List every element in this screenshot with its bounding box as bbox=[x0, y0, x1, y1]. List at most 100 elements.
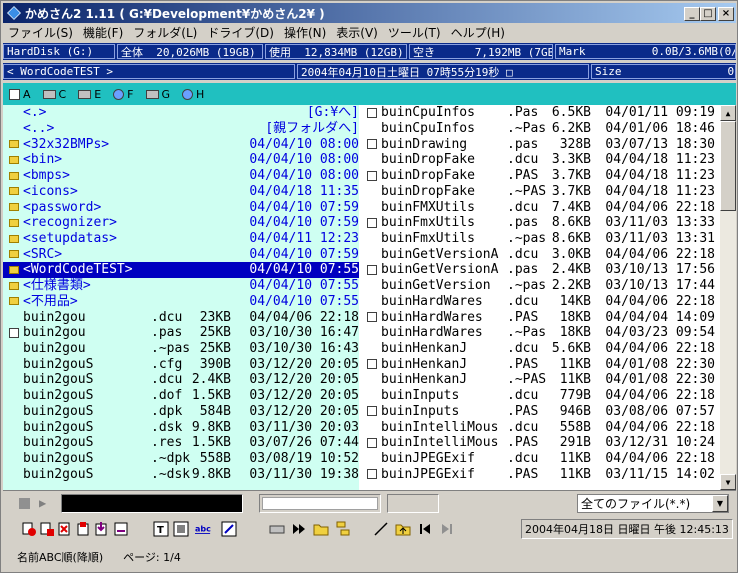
file-row[interactable]: buin2gouS .dpk 584B 03/12/20 20:05 bbox=[3, 404, 359, 420]
file-row[interactable]: buinFMXUtils .dcu 7.4KB 04/04/06 22:18 bbox=[361, 199, 720, 215]
minimize-button[interactable]: _ bbox=[684, 7, 700, 21]
file-row[interactable]: buin2gouS .dsk 9.8KB 03/11/30 20:03 bbox=[3, 419, 359, 435]
file-row[interactable]: buinHardWares .dcu 14KB 04/04/06 22:18 bbox=[361, 294, 720, 310]
menu-operation[interactable]: 操作(N) bbox=[279, 24, 331, 41]
file-row[interactable]: buinInputs .PAS 946B 03/08/06 07:57 bbox=[361, 404, 720, 420]
file-row[interactable]: buinCpuInfos .~Pas 6.2KB 04/01/06 18:46 bbox=[361, 121, 720, 137]
drive-c[interactable]: C bbox=[42, 88, 66, 101]
file-row[interactable]: buin2gouS .cfg 390B 03/12/20 20:05 bbox=[3, 356, 359, 372]
file-row[interactable]: buinDropFake .~PAS 3.7KB 04/04/18 11:23 bbox=[361, 184, 720, 200]
drive-f[interactable]: F bbox=[113, 88, 134, 101]
menu-file[interactable]: ファイル(S) bbox=[3, 24, 78, 41]
drive-e[interactable]: E bbox=[78, 88, 101, 101]
new-file-icon[interactable] bbox=[93, 521, 109, 537]
menu-view[interactable]: 表示(V) bbox=[331, 24, 383, 41]
file-row[interactable]: buin2gou .pas 25KB 03/10/30 16:47 bbox=[3, 325, 359, 341]
file-row[interactable]: buinHenkanJ .~PAS 11KB 04/01/08 22:30 bbox=[361, 372, 720, 388]
drive-icon[interactable] bbox=[269, 521, 285, 537]
folder-icon[interactable] bbox=[313, 521, 329, 537]
scroll-thumb[interactable] bbox=[720, 121, 736, 211]
file-row[interactable]: <不用品> 04/04/10 07:55 bbox=[3, 294, 359, 310]
file-row[interactable]: buinCpuInfos .Pas 6.5KB 04/01/11 09:19 bbox=[361, 105, 720, 121]
file-row[interactable]: buinGetVersionA .pas 2.4KB 03/10/13 17:56 bbox=[361, 262, 720, 278]
file-row[interactable]: <bmps> 04/04/10 08:00 bbox=[3, 168, 359, 184]
menu-help[interactable]: ヘルプ(H) bbox=[446, 24, 510, 41]
file-row[interactable]: buinGetVersionA .dcu 3.0KB 04/04/06 22:18 bbox=[361, 246, 720, 262]
properties-icon[interactable] bbox=[113, 521, 129, 537]
rename-file-icon[interactable] bbox=[75, 521, 91, 537]
text-view-icon[interactable]: T bbox=[153, 521, 169, 537]
file-row[interactable]: <仕様書類> 04/04/10 07:55 bbox=[3, 278, 359, 294]
file-row[interactable]: buinDrawing .pas 328B 03/07/13 18:30 bbox=[361, 136, 720, 152]
file-row[interactable]: <setupdatas> 04/04/11 12:23 bbox=[3, 231, 359, 247]
move-file-icon[interactable] bbox=[39, 521, 55, 537]
line-draw-icon[interactable] bbox=[373, 521, 389, 537]
file-date: 04/04/10 07:59 bbox=[249, 246, 359, 262]
delete-file-icon[interactable] bbox=[57, 521, 73, 537]
file-row[interactable]: buinFmxUtils .pas 8.6KB 03/11/03 13:33 bbox=[361, 215, 720, 231]
file-row[interactable]: buin2gou .dcu 23KB 04/04/06 22:18 bbox=[3, 309, 359, 325]
folder-up-icon[interactable] bbox=[395, 521, 411, 537]
menu-function[interactable]: 機能(F) bbox=[78, 24, 128, 41]
play-icon[interactable]: ▶ bbox=[39, 496, 46, 510]
chevron-down-icon[interactable]: ▼ bbox=[712, 495, 728, 512]
file-row[interactable]: buinJPEGExif .dcu 11KB 04/04/06 22:18 bbox=[361, 451, 720, 467]
maximize-button[interactable]: □ bbox=[700, 7, 716, 21]
file-row[interactable]: buin2gou .~pas 25KB 03/10/30 16:43 bbox=[3, 341, 359, 357]
file-row[interactable]: buinHardWares .PAS 18KB 04/04/04 14:09 bbox=[361, 309, 720, 325]
folder-tree-icon[interactable] bbox=[335, 521, 351, 537]
file-row[interactable]: <password> 04/04/10 07:59 bbox=[3, 199, 359, 215]
drive-h[interactable]: H bbox=[182, 88, 204, 101]
file-row[interactable]: <icons> 04/04/18 11:35 bbox=[3, 184, 359, 200]
file-row[interactable]: buinJPEGExif .PAS 11KB 03/11/15 14:02 bbox=[361, 466, 720, 482]
file-row[interactable]: <.> [G:¥へ] bbox=[3, 105, 359, 121]
drive-g[interactable]: G bbox=[145, 88, 170, 101]
close-button[interactable]: × bbox=[718, 7, 734, 21]
file-row[interactable]: buinHenkanJ .PAS 11KB 04/01/08 22:30 bbox=[361, 356, 720, 372]
file-row[interactable]: <recognizer> 04/04/10 07:59 bbox=[3, 215, 359, 231]
file-date: 04/04/06 22:18 bbox=[605, 419, 715, 435]
file-row[interactable]: buin2gouS .dof 1.5KB 03/12/20 20:05 bbox=[3, 388, 359, 404]
file-row[interactable]: buinIntelliMous .PAS 291B 03/12/31 10:24 bbox=[361, 435, 720, 451]
file-row[interactable]: buinFmxUtils .~pas 8.6KB 03/11/03 13:31 bbox=[361, 231, 720, 247]
vertical-scrollbar[interactable]: ▲ ▼ bbox=[720, 105, 736, 490]
file-row[interactable]: <bin> 04/04/10 08:00 bbox=[3, 152, 359, 168]
file-row[interactable]: buinInputs .dcu 779B 04/04/06 22:18 bbox=[361, 388, 720, 404]
file-size: 25KB bbox=[199, 325, 231, 341]
file-size: 18KB bbox=[559, 309, 591, 325]
first-page-icon[interactable] bbox=[417, 521, 433, 537]
file-row[interactable]: buin2gouS .dcu 2.4KB 03/12/20 20:05 bbox=[3, 372, 359, 388]
file-row[interactable]: buinDropFake .PAS 3.7KB 04/04/18 11:23 bbox=[361, 168, 720, 184]
file-row[interactable]: buin2gouS .~dpk 558B 03/08/19 10:52 bbox=[3, 451, 359, 467]
stop-icon[interactable] bbox=[19, 498, 30, 509]
file-row[interactable]: buinGetVersion .~pas 2.2KB 03/10/13 17:44 bbox=[361, 278, 720, 294]
scroll-down-arrow-icon[interactable]: ▼ bbox=[720, 474, 736, 490]
copy-file-icon[interactable] bbox=[21, 521, 37, 537]
file-row[interactable]: <32x32BMPs> 04/04/10 08:00 bbox=[3, 136, 359, 152]
file-size: 3.7KB bbox=[551, 168, 591, 184]
file-ext: .pas bbox=[507, 262, 539, 278]
file-row[interactable]: <WordCodeTEST> 04/04/10 07:55 bbox=[3, 262, 359, 278]
file-spacer bbox=[367, 202, 377, 212]
last-page-icon[interactable] bbox=[439, 521, 455, 537]
abc-sort-icon[interactable]: abc bbox=[195, 521, 211, 537]
menu-drive[interactable]: ドライブ(D) bbox=[202, 24, 279, 41]
file-filter-select[interactable]: 全てのファイル(*.*) ▼ bbox=[577, 494, 729, 513]
file-row[interactable]: buin2gouS .res 1.5KB 03/07/26 07:44 bbox=[3, 435, 359, 451]
command-input[interactable] bbox=[61, 494, 243, 513]
file-row[interactable]: buinIntelliMous .dcu 558B 04/04/06 22:18 bbox=[361, 419, 720, 435]
menu-folder[interactable]: フォルダ(L) bbox=[128, 24, 202, 41]
file-row[interactable]: buinDropFake .dcu 3.3KB 04/04/18 11:23 bbox=[361, 152, 720, 168]
drive-a[interactable]: A bbox=[9, 88, 31, 101]
edit-icon[interactable] bbox=[221, 521, 237, 537]
file-row[interactable]: buinHardWares .~Pas 18KB 04/03/23 09:54 bbox=[361, 325, 720, 341]
image-view-icon[interactable] bbox=[173, 521, 189, 537]
menu-tools[interactable]: ツール(T) bbox=[383, 24, 446, 41]
scroll-up-arrow-icon[interactable]: ▲ bbox=[720, 105, 736, 121]
file-row[interactable]: <SRC> 04/04/10 07:59 bbox=[3, 246, 359, 262]
file-row[interactable]: <..> [親フォルダへ] bbox=[3, 121, 359, 137]
title-bar[interactable]: かめさん2 1.11 ( G:¥Development¥かめさん2¥ ) _ □… bbox=[3, 3, 736, 23]
fast-forward-icon[interactable] bbox=[291, 521, 307, 537]
file-row[interactable]: buinHenkanJ .dcu 5.6KB 04/04/06 22:18 bbox=[361, 341, 720, 357]
file-row[interactable]: buin2gouS .~dsk 9.8KB 03/11/30 19:38 bbox=[3, 466, 359, 482]
